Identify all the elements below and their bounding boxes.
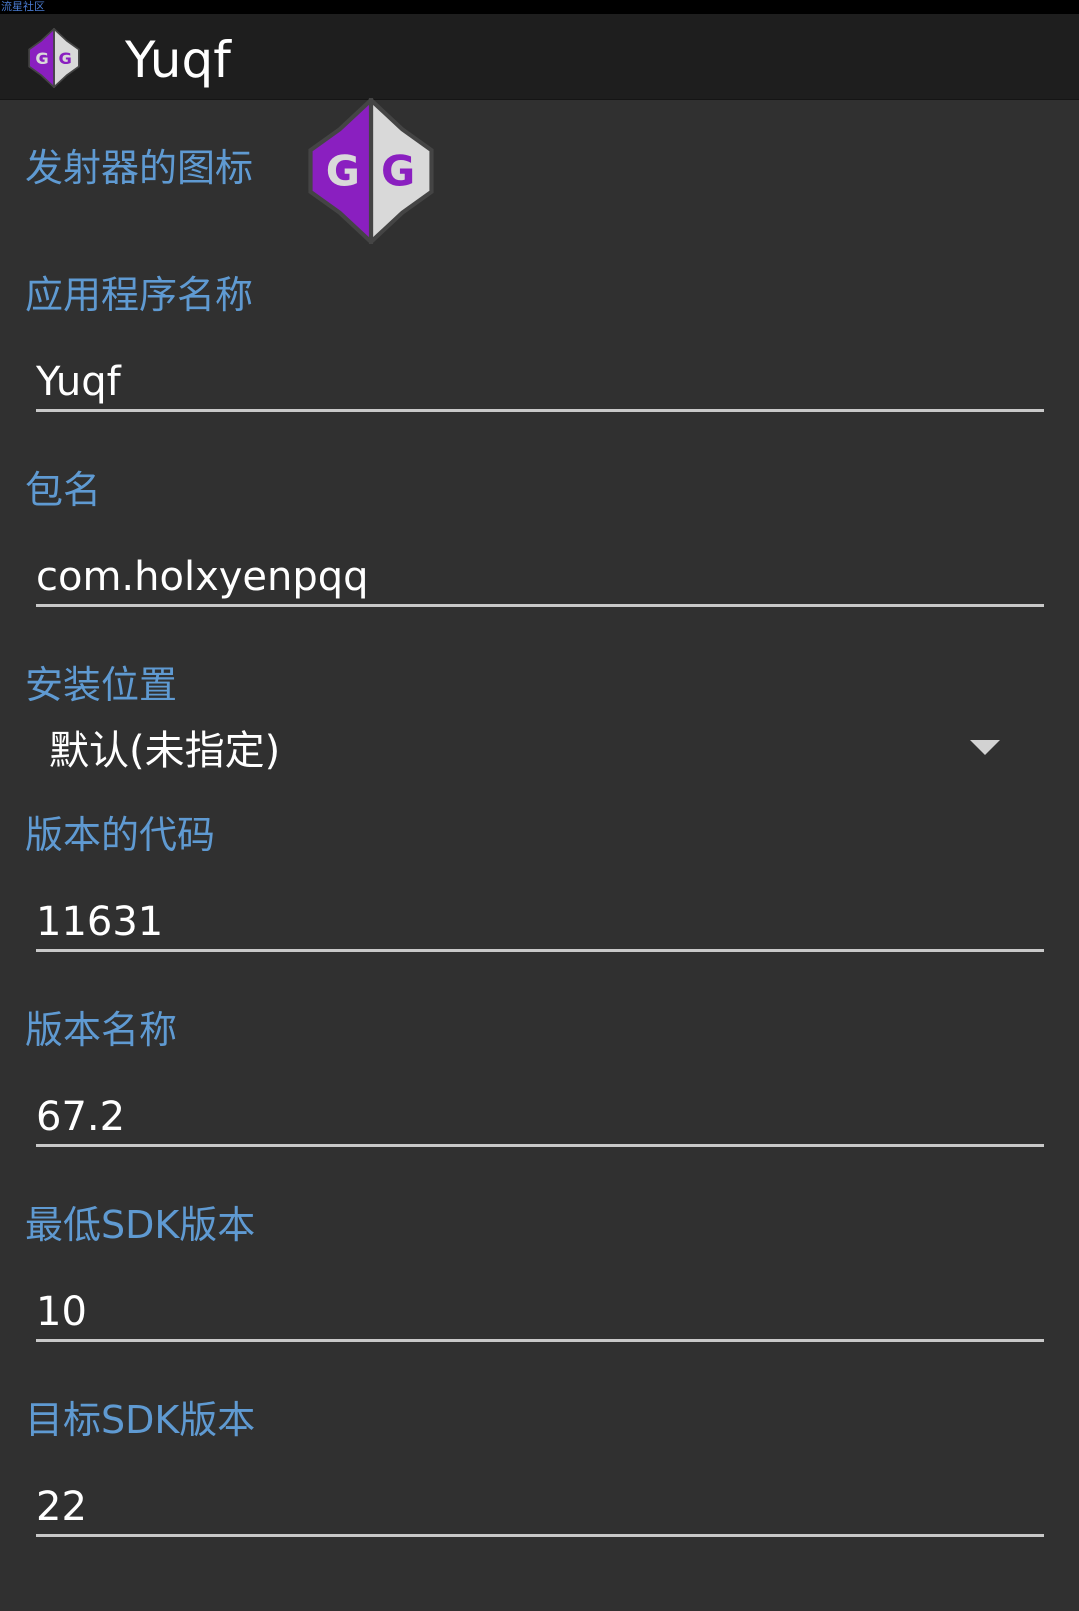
launcher-icon-label: 发射器的图标 (25, 146, 254, 190)
target-sdk-field (36, 1480, 1044, 1537)
install-location-label: 安装位置 (25, 663, 178, 707)
version-name-input[interactable] (36, 1090, 1044, 1144)
min-sdk-label: 最低SDK版本 (25, 1203, 256, 1247)
min-sdk-field (36, 1285, 1044, 1342)
svg-text:G: G (58, 49, 71, 68)
gameguardian-logo-icon[interactable]: G G (27, 28, 81, 88)
version-name-field (36, 1090, 1044, 1147)
version-code-label: 版本的代码 (25, 813, 216, 857)
target-sdk-input[interactable] (36, 1480, 1044, 1534)
dropdown-arrow-icon (970, 740, 1000, 755)
package-name-field (36, 550, 1044, 607)
svg-text:G: G (35, 49, 48, 68)
svg-text:G: G (326, 147, 360, 196)
package-name-label: 包名 (25, 468, 102, 512)
package-name-input[interactable] (36, 550, 1044, 604)
watermark-text: 流星社区 (1, 0, 45, 13)
svg-text:G: G (381, 147, 415, 196)
install-location-value: 默认(未指定) (49, 728, 281, 774)
version-code-field (36, 895, 1044, 952)
app-title: Yuqf (125, 31, 231, 89)
launcher-icon-preview[interactable]: G G (308, 98, 434, 244)
target-sdk-label: 目标SDK版本 (25, 1398, 256, 1442)
min-sdk-input[interactable] (36, 1285, 1044, 1339)
app-name-field (36, 355, 1044, 412)
status-bar: 流星社区 (0, 0, 1079, 14)
app-name-input[interactable] (36, 355, 1044, 409)
install-location-dropdown[interactable]: 默认(未指定) (36, 718, 1044, 784)
version-code-input[interactable] (36, 895, 1044, 949)
version-name-label: 版本名称 (25, 1008, 178, 1052)
app-name-label: 应用程序名称 (25, 273, 254, 317)
app-bar: G G Yuqf (0, 14, 1079, 100)
